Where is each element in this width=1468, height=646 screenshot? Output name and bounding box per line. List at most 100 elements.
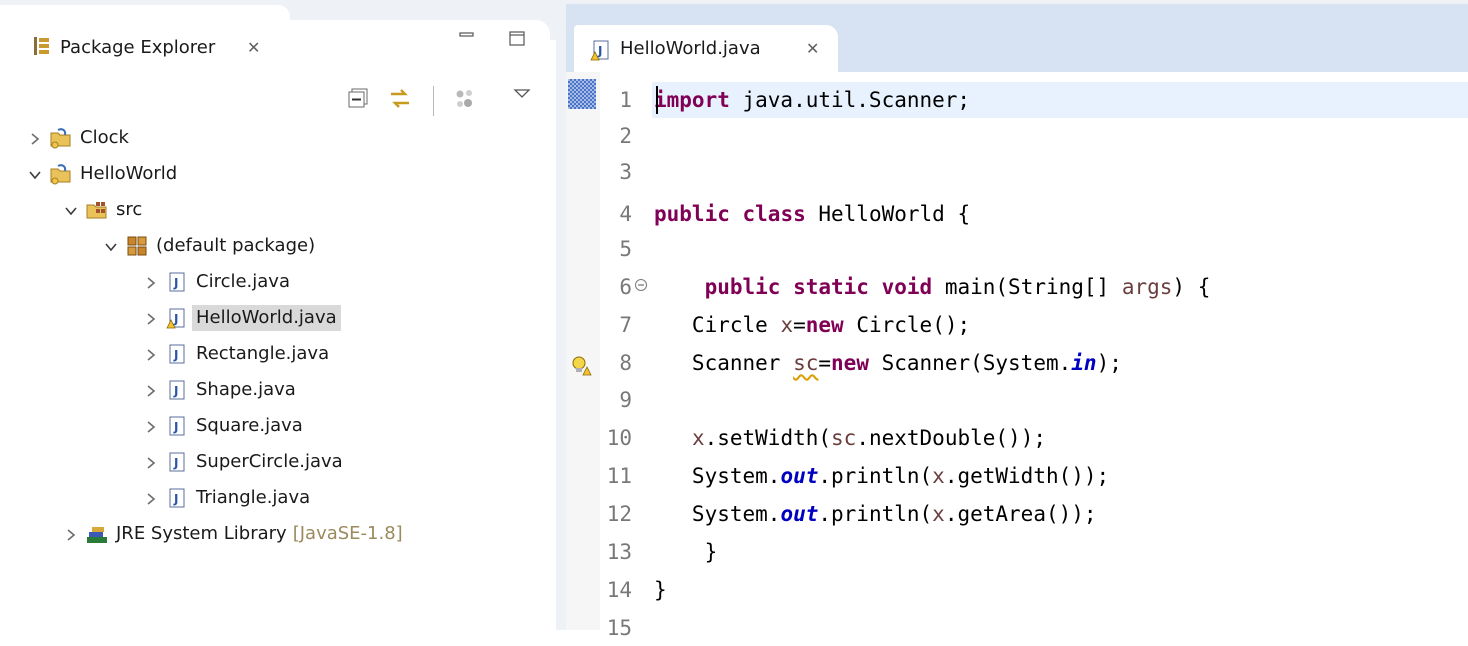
line-number: 13	[606, 540, 632, 564]
package-explorer-view: Package Explorer ✕ Clock HelloWorld src …	[0, 0, 556, 630]
line-number: 3	[619, 160, 632, 184]
line-number: 12	[606, 502, 632, 526]
line-number: 2	[619, 124, 632, 148]
library-decoration: [JavaSE-1.8]	[292, 523, 403, 544]
tree-item-helloworld[interactable]: HelloWorld	[28, 157, 177, 191]
code-text[interactable]: Scanner sc=new Scanner(System.in);	[654, 345, 1122, 381]
code-line[interactable]: 13 }	[566, 534, 1468, 570]
tree-item-label: Square.java	[196, 415, 303, 436]
text-caret	[656, 86, 658, 114]
tree-item-label: Clock	[80, 127, 129, 148]
fold-collapse-icon[interactable]	[634, 277, 648, 296]
chevron-right-icon[interactable]	[144, 347, 158, 361]
toolbar-separator	[433, 86, 434, 116]
link-with-editor-icon[interactable]	[387, 86, 413, 116]
svg-text:J: J	[173, 384, 178, 398]
package-explorer-title[interactable]: Package Explorer	[60, 36, 215, 60]
chevron-right-icon[interactable]	[144, 383, 158, 397]
line-number: 7	[619, 313, 632, 337]
code-line[interactable]: 1 import java.util.Scanner;	[566, 82, 1468, 118]
line-number: 14	[606, 578, 632, 602]
chevron-down-icon[interactable]	[28, 167, 42, 181]
view-menu-icon[interactable]	[513, 86, 531, 108]
editor-tab-helloworld-java[interactable]: J HelloWorld.java ✕	[574, 25, 838, 76]
code-line[interactable]: 8 Scanner sc=new Scanner(System.in);	[566, 345, 1468, 381]
code-text[interactable]: import java.util.Scanner;	[654, 82, 970, 118]
chevron-right-icon[interactable]	[144, 275, 158, 289]
code-text[interactable]: x.setWidth(sc.nextDouble());	[654, 420, 1046, 456]
svg-text:J: J	[173, 420, 178, 434]
tree-item-label: JRE System Library	[116, 523, 287, 544]
line-number: 6	[619, 275, 632, 299]
chevron-right-icon[interactable]	[28, 131, 42, 145]
tree-item-supercircle-java[interactable]: J SuperCircle.java	[144, 445, 343, 479]
chevron-down-icon[interactable]	[64, 203, 78, 217]
java-file-icon: J	[166, 487, 188, 509]
pane-divider[interactable]	[556, 0, 566, 630]
code-text[interactable]: public class HelloWorld {	[654, 196, 970, 232]
line-number: 11	[606, 464, 632, 488]
focus-on-active-task-icon[interactable]	[452, 86, 478, 116]
line-number: 4	[619, 202, 632, 226]
tree-item-square-java[interactable]: J Square.java	[144, 409, 303, 443]
code-line[interactable]: 12 System.out.println(x.getArea());	[566, 496, 1468, 532]
tree-item-clock[interactable]: Clock	[28, 121, 129, 155]
chevron-right-icon[interactable]	[144, 455, 158, 469]
code-line[interactable]: 4 public class HelloWorld {	[566, 196, 1468, 232]
close-icon[interactable]: ✕	[247, 38, 260, 58]
code-line[interactable]: 15	[566, 610, 1468, 646]
tree-item-rectangle-java[interactable]: J Rectangle.java	[144, 337, 329, 371]
svg-text:J: J	[173, 348, 178, 362]
tree-item-triangle-java[interactable]: J Triangle.java	[144, 481, 310, 515]
java-file-warning-icon: J	[166, 307, 188, 329]
line-number: 9	[619, 388, 632, 412]
chevron-right-icon[interactable]	[144, 419, 158, 433]
line-number: 8	[619, 351, 632, 375]
tree-item-label: Rectangle.java	[196, 343, 330, 364]
chevron-right-icon[interactable]	[144, 311, 158, 325]
svg-text:J: J	[173, 312, 178, 326]
code-text[interactable]: Circle x=new Circle();	[654, 307, 970, 343]
tree-item-label: Triangle.java	[196, 487, 311, 508]
code-line[interactable]: 14 }	[566, 572, 1468, 608]
java-file-icon: J	[166, 343, 188, 365]
editor-tab-bar: J HelloWorld.java ✕	[566, 0, 1468, 76]
code-line[interactable]: 6 public static void main(String[] args)…	[566, 269, 1468, 305]
tree-item-circle-java[interactable]: J Circle.java	[144, 265, 290, 299]
tree-item-src[interactable]: src	[64, 193, 142, 227]
code-line[interactable]: 3	[566, 154, 1468, 190]
minimize-icon[interactable]	[458, 30, 476, 52]
code-line[interactable]: 2	[566, 118, 1468, 154]
chevron-right-icon[interactable]	[64, 527, 78, 541]
code-line[interactable]: 5	[566, 231, 1468, 267]
code-line[interactable]: 10 x.setWidth(sc.nextDouble());	[566, 420, 1468, 456]
java-project-icon	[50, 127, 72, 149]
source-folder-icon	[86, 199, 108, 221]
code-text[interactable]: public static void main(String[] args) {	[654, 269, 1211, 305]
code-line[interactable]: 7 Circle x=new Circle();	[566, 307, 1468, 343]
java-file-icon: J	[166, 451, 188, 473]
chevron-down-icon[interactable]	[104, 239, 118, 253]
java-editor: J HelloWorld.java ✕ 1 import java.util.S…	[566, 0, 1468, 640]
tree-item-helloworld-java[interactable]: J HelloWorld.java	[144, 301, 341, 335]
collapse-all-icon[interactable]	[347, 86, 371, 114]
code-text[interactable]: }	[654, 534, 718, 570]
code-text[interactable]: }	[654, 572, 667, 608]
java-project-icon	[50, 163, 72, 185]
svg-text:J: J	[597, 44, 602, 58]
tree-item-label: src	[116, 199, 143, 220]
tree-item-jre-system-library[interactable]: JRE System Library [JavaSE-1.8]	[64, 517, 403, 551]
code-line[interactable]: 11 System.out.println(x.getWidth());	[566, 458, 1468, 494]
chevron-right-icon[interactable]	[144, 491, 158, 505]
line-number: 10	[606, 426, 632, 450]
maximize-icon[interactable]	[508, 30, 526, 52]
code-text[interactable]: System.out.println(x.getArea());	[654, 496, 1097, 532]
code-line[interactable]: 9	[566, 382, 1468, 418]
package-explorer-icon	[33, 36, 51, 60]
close-icon[interactable]: ✕	[806, 39, 819, 59]
package-explorer-tab[interactable]	[0, 5, 290, 40]
tree-item-shape-java[interactable]: J Shape.java	[144, 373, 296, 407]
code-text[interactable]: System.out.println(x.getWidth());	[654, 458, 1109, 494]
java-file-icon: J	[166, 415, 188, 437]
tree-item-default-package[interactable]: (default package)	[104, 229, 315, 263]
